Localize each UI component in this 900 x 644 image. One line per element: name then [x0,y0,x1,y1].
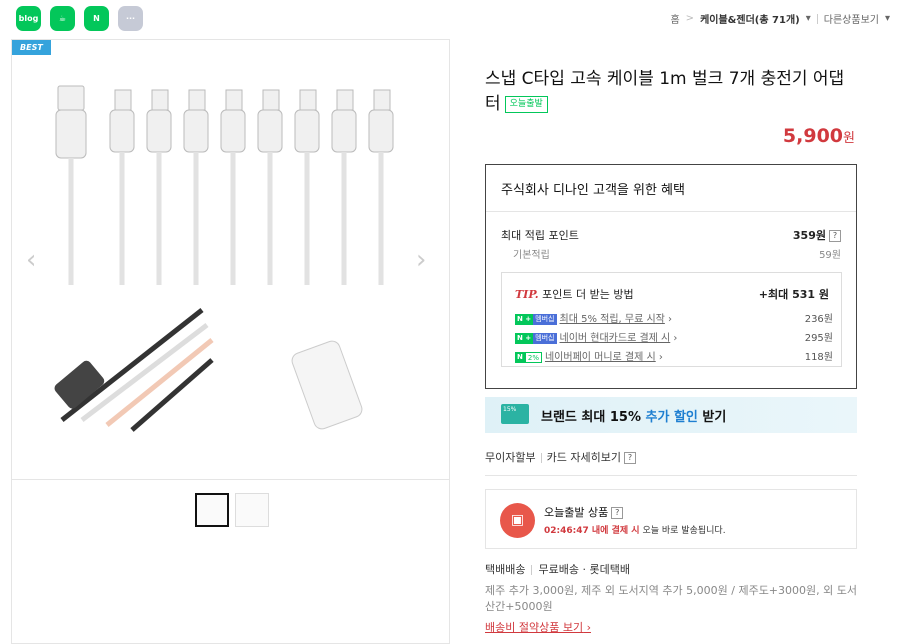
percent-badge: 2% [524,351,542,363]
delivery-fee: 무료배송 · 롯데택배 [538,563,630,576]
naver-plus-icon: N + [515,332,534,344]
divider [485,475,857,476]
more-share-icon[interactable]: ··· [118,6,143,31]
breadcrumb-category[interactable]: 케이블&젠더(총 71개) [700,11,800,26]
help-icon[interactable]: ? [623,452,636,464]
divider [540,453,542,463]
membership-badge: 멤버십 [533,313,557,325]
chevron-down-icon[interactable]: ▾ [806,13,811,24]
base-points-row: 기본적립 59원 [501,246,841,261]
delivery-type-row: 택배배송 무료배송 · 롯데택배 [485,561,857,577]
cable-illustration [54,85,394,432]
shipping-saving-link[interactable]: 배송비 절약상품 보기 › [485,619,857,635]
tip-link[interactable]: 네이버페이 머니로 결제 시 [545,352,656,363]
product-gallery: BEST ‹ › [11,39,450,644]
chevron-left-icon[interactable]: ‹ [26,245,36,275]
thumbnail-list [195,493,269,527]
max-points-value: 359원 [792,229,826,242]
product-price: 5,900원 [783,125,855,147]
chevron-down-icon[interactable]: ▾ [885,13,890,24]
delivery-info: 택배배송 무료배송 · 롯데택배 제주 추가 3,000원, 제주 외 도서지역 … [485,561,857,635]
today-ship-badge: 오늘출발 [504,95,548,113]
help-icon[interactable]: ? [829,230,841,242]
payment-row: 무이자할부 카드 자세히보기? [485,449,636,465]
truck-icon: ▣ [500,503,535,538]
tip-value: 295원 [804,333,833,344]
tip-value: 118원 [804,352,833,363]
divider [486,211,856,212]
keep-share-icon[interactable]: N [84,6,109,31]
tip-label: TIP. [515,288,539,301]
coupon-icon: 15% [501,404,529,424]
shipping-saving-text[interactable]: 배송비 절약상품 보기 [485,621,583,634]
naver-pay-icon: N [515,351,525,363]
price-unit: 원 [843,131,855,146]
tip-link[interactable]: 네이버 현대카드로 결제 시 [560,333,671,344]
product-main-image [12,40,449,480]
breadcrumb-home[interactable]: 홈 [670,11,679,26]
tip-max: +최대 531 원 [758,288,829,301]
product-title: 스냅 C타입 고속 케이블 1m 벌크 7개 충전기 어댑터 오늘출발 [485,67,857,117]
other-products-link[interactable]: 다른상품보기 [824,11,879,26]
thumbnail-item[interactable] [195,493,229,527]
tip-row[interactable]: N 2% 네이버페이 머니로 결제 시 › 118원 [515,348,833,363]
cafe-share-icon[interactable]: ☕ [50,6,75,31]
delivery-type: 택배배송 [485,563,526,576]
base-points-value: 59원 [819,250,841,261]
shipping-title: 오늘출발 상품? [544,504,624,520]
thumbnail-item[interactable] [235,493,269,527]
divider [531,565,533,575]
banner-highlight: 추가 할인 [645,410,698,425]
divider [816,13,818,24]
chevron-right-icon[interactable]: › [416,245,426,275]
tip-box: TIP. 포인트 더 받는 방법 +최대 531 원 N + 멤버십 최대 5% 적… [501,272,842,367]
tip-header: TIP. 포인트 더 받는 방법 [515,286,634,302]
shipping-desc: 02:46:47 내에 결제 시 오늘 바로 발송됩니다. [544,523,726,536]
banner-suffix: 받기 [702,410,727,425]
installment-link[interactable]: 무이자할부 [485,451,536,464]
blog-share-icon[interactable]: blog [16,6,41,31]
breadcrumb: 홈 > 케이블&젠더(총 71개) ▾ 다른상품보기 ▾ [670,11,890,26]
tip-value: 236원 [804,314,833,325]
tip-link[interactable]: 최대 5% 적립, 무료 시작 [560,314,665,325]
best-badge: BEST [12,40,51,55]
base-points-label: 기본적립 [513,250,550,261]
shipping-desc-text: 오늘 바로 발송됩니다. [642,526,726,536]
naver-plus-icon: N + [515,313,534,325]
max-points-label: 최대 적립 포인트 [501,229,579,242]
help-icon[interactable]: ? [611,507,624,519]
brand-discount-banner[interactable]: 15% 브랜드 최대 15% 추가 할인 받기 [485,397,857,433]
benefit-box: 주식회사 디나인 고객을 위한 혜택 최대 적립 포인트 359원? 기본적립 … [485,164,857,389]
price-value: 5,900 [782,125,844,147]
shipping-title-text: 오늘출발 상품 [544,506,609,519]
banner-text: 브랜드 최대 15% 추가 할인 받기 [541,406,726,425]
top-bar: blog ☕ N ··· 홈 > 케이블&젠더(총 71개) ▾ 다른상품보기 … [0,0,900,38]
max-points-row: 최대 적립 포인트 359원? [501,227,841,243]
tip-text: 포인트 더 받는 방법 [542,288,634,301]
benefit-title: 주식회사 디나인 고객을 위한 혜택 [501,183,685,198]
tip-row[interactable]: N + 멤버십 네이버 현대카드로 결제 시 › 295원 [515,329,833,344]
card-details-link[interactable]: 카드 자세히보기 [547,451,621,464]
shipping-deadline: 02:46:47 내에 결제 시 [544,526,640,536]
membership-badge: 멤버십 [533,332,557,344]
chevron-right-icon: > [685,13,695,24]
today-shipping-box: ▣ 오늘출발 상품? 02:46:47 내에 결제 시 오늘 바로 발송됩니다. [485,489,857,549]
tip-row[interactable]: N + 멤버십 최대 5% 적립, 무료 시작 › 236원 [515,310,833,325]
delivery-extra-fee: 제주 추가 3,000원, 제주 외 도서지역 추가 5,000원 / 제주도+… [485,584,857,613]
banner-main: 브랜드 최대 15% [541,410,641,425]
